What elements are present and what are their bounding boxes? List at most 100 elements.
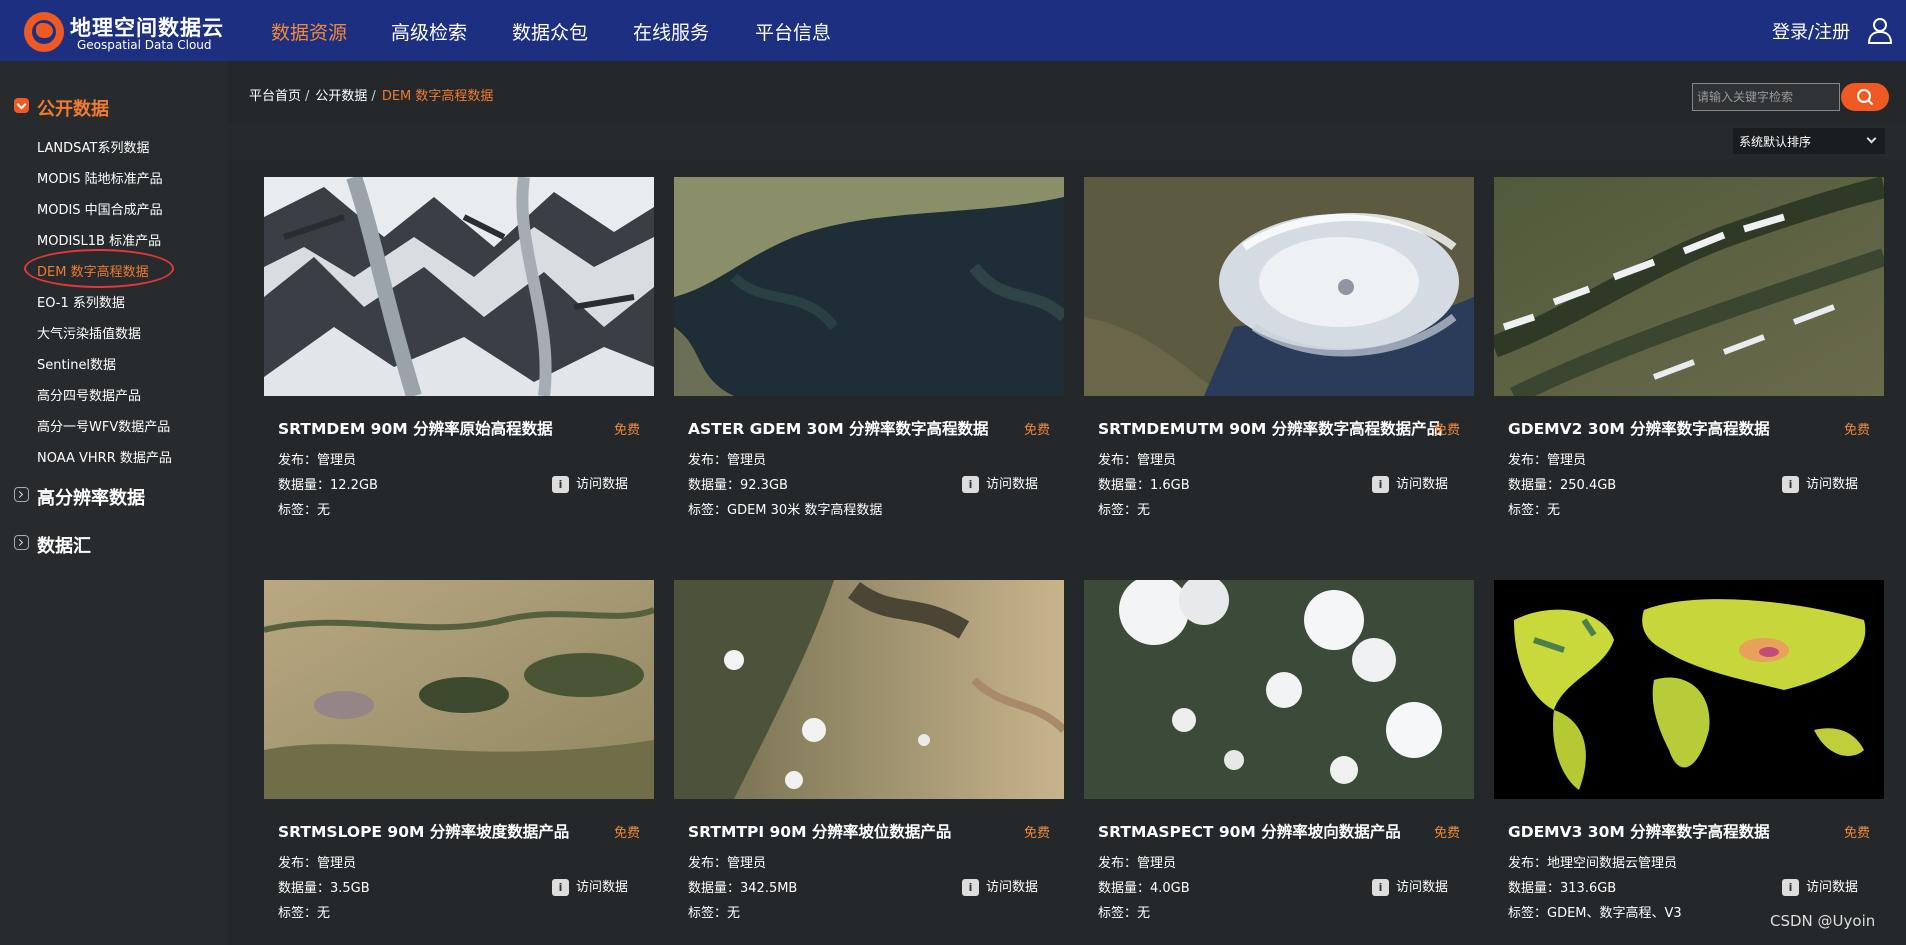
breadcrumb-separator: / — [371, 89, 376, 104]
breadcrumb-separator: / — [305, 89, 310, 104]
dataset-card[interactable]: SRTMTPI 90M 分辨率坡位数据产品 免费 发布：管理员 数据量：342.… — [674, 580, 1064, 940]
sidebar-item-modis-china[interactable]: MODIS 中国合成产品 — [37, 199, 163, 218]
sidebar-item-eo1[interactable]: EO-1 系列数据 — [37, 292, 125, 311]
price-badge: 免费 — [1433, 826, 1460, 841]
search-icon — [1857, 89, 1874, 106]
sidebar-item-landsat[interactable]: LANDSAT系列数据 — [37, 137, 150, 156]
visit-data-label: 访问数据 — [1396, 880, 1449, 895]
sidebar-item-air-pollution[interactable]: 大气污染插值数据 — [37, 323, 141, 342]
dataset-title[interactable]: SRTMDEMUTM 90M 分辨率数字高程数据产品 — [1098, 417, 1442, 439]
breadcrumb-section[interactable]: 公开数据 — [315, 89, 367, 104]
sidebar-item-modisl1b[interactable]: MODISL1B 标准产品 — [37, 230, 161, 249]
visit-data-button[interactable]: i 访问数据 — [962, 473, 1038, 493]
visit-data-button[interactable]: i 访问数据 — [1372, 473, 1448, 493]
sidebar-item-gf4[interactable]: 高分四号数据产品 — [37, 385, 141, 404]
price-badge: 免费 — [613, 826, 640, 841]
dataset-tags: 标签：GDEM、数字高程、V3 — [1508, 906, 1682, 921]
dataset-publisher: 发布：管理员 — [1508, 453, 1587, 468]
dataset-title[interactable]: GDEMV2 30M 分辨率数字高程数据 — [1508, 417, 1770, 439]
highlight-annotation-circle — [24, 249, 174, 288]
visit-data-button[interactable]: i 访问数据 — [552, 473, 628, 493]
nav-item-platform-info[interactable]: 平台信息 — [755, 18, 831, 45]
site-logo[interactable]: 地理空间数据云 Geospatial Data Cloud — [24, 10, 234, 54]
category-label: 数据汇 — [37, 536, 91, 557]
sort-dropdown[interactable]: 系统默认排序 — [1733, 128, 1885, 154]
dataset-thumbnail[interactable] — [1084, 580, 1474, 799]
nav-item-crowdsourcing[interactable]: 数据众包 — [512, 18, 588, 45]
globe-logo-icon — [24, 12, 64, 52]
dataset-card[interactable]: GDEMV2 30M 分辨率数字高程数据 免费 发布：管理员 数据量：250.4… — [1494, 177, 1884, 537]
login-register-link[interactable]: 登录/注册 — [1772, 18, 1850, 44]
dataset-title[interactable]: SRTMASPECT 90M 分辨率坡向数据产品 — [1098, 820, 1401, 842]
chevron-down-icon — [1866, 133, 1877, 144]
nav-item-online-services[interactable]: 在线服务 — [633, 18, 709, 45]
dataset-tags: 标签：无 — [1508, 503, 1561, 518]
breadcrumb: 平台首页 / 公开数据 / DEM 数字高程数据 — [249, 85, 497, 104]
nav-item-advanced-search[interactable]: 高级检索 — [391, 18, 467, 45]
breadcrumb-home[interactable]: 平台首页 — [249, 89, 301, 104]
dataset-thumbnail[interactable] — [1494, 580, 1884, 799]
search-input[interactable] — [1692, 83, 1840, 111]
dataset-size: 数据量：92.3GB — [688, 478, 788, 493]
dataset-publisher: 发布：管理员 — [278, 453, 357, 468]
visit-data-button[interactable]: i 访问数据 — [552, 876, 628, 896]
sidebar-item-noaa-vhrr[interactable]: NOAA VHRR 数据产品 — [37, 447, 172, 466]
price-badge: 免费 — [613, 423, 640, 438]
dataset-card[interactable]: SRTMDEMUTM 90M 分辨率数字高程数据产品 免费 发布：管理员 数据量… — [1084, 177, 1474, 537]
sidebar-item-sentinel[interactable]: Sentinel数据 — [37, 354, 116, 373]
dataset-card[interactable]: ASTER GDEM 30M 分辨率数字高程数据 免费 发布：管理员 数据量：9… — [674, 177, 1064, 537]
dataset-size: 数据量：12.2GB — [278, 478, 378, 493]
dataset-card[interactable]: GDEMV3 30M 分辨率数字高程数据 免费 发布：地理空间数据云管理员 数据… — [1494, 580, 1884, 940]
dataset-thumbnail[interactable] — [674, 580, 1064, 799]
dataset-card[interactable]: SRTMSLOPE 90M 分辨率坡度数据产品 免费 发布：管理员 数据量：3.… — [264, 580, 654, 940]
dataset-thumbnail[interactable] — [264, 580, 654, 799]
sidebar-item-gf1-wfv[interactable]: 高分一号WFV数据产品 — [37, 416, 170, 435]
chevron-right-icon — [14, 535, 29, 550]
visit-data-button[interactable]: i 访问数据 — [1372, 876, 1448, 896]
chevron-down-icon — [14, 98, 29, 113]
info-icon: i — [1782, 476, 1799, 493]
price-badge: 免费 — [1023, 826, 1050, 841]
user-icon[interactable] — [1867, 16, 1893, 44]
dataset-title[interactable]: SRTMSLOPE 90M 分辨率坡度数据产品 — [278, 820, 569, 842]
dataset-size: 数据量：3.5GB — [278, 881, 370, 896]
dataset-title[interactable]: SRTMTPI 90M 分辨率坡位数据产品 — [688, 820, 951, 842]
dataset-tags: 标签：无 — [688, 906, 741, 921]
dataset-tags: 标签：无 — [1098, 503, 1151, 518]
dataset-thumbnail[interactable] — [1084, 177, 1474, 396]
nav-item-data-resources[interactable]: 数据资源 — [271, 18, 347, 45]
dataset-thumbnail[interactable] — [264, 177, 654, 396]
search-button[interactable] — [1841, 83, 1889, 111]
visit-data-label: 访问数据 — [986, 477, 1039, 492]
top-navigation-bar: 地理空间数据云 Geospatial Data Cloud 数据资源 高级检索 … — [0, 0, 1906, 61]
info-icon: i — [962, 476, 979, 493]
info-icon: i — [1372, 476, 1389, 493]
dataset-card[interactable]: SRTMDEM 90M 分辨率原始高程数据 免费 发布：管理员 数据量：12.2… — [264, 177, 654, 537]
visit-data-button[interactable]: i 访问数据 — [1782, 876, 1858, 896]
dataset-publisher: 发布：管理员 — [278, 856, 357, 871]
dataset-title[interactable]: GDEMV3 30M 分辨率数字高程数据 — [1508, 820, 1770, 842]
dataset-size: 数据量：4.0GB — [1098, 881, 1190, 896]
dataset-thumbnail[interactable] — [1494, 177, 1884, 396]
info-icon: i — [1782, 879, 1799, 896]
visit-data-label: 访问数据 — [576, 477, 629, 492]
dataset-publisher: 发布：地理空间数据云管理员 — [1508, 856, 1678, 871]
visit-data-label: 访问数据 — [986, 880, 1039, 895]
dataset-size: 数据量：313.6GB — [1508, 881, 1617, 896]
dataset-publisher: 发布：管理员 — [1098, 856, 1177, 871]
dataset-publisher: 发布：管理员 — [1098, 453, 1177, 468]
dataset-title[interactable]: SRTMDEM 90M 分辨率原始高程数据 — [278, 417, 553, 439]
visit-data-button[interactable]: i 访问数据 — [962, 876, 1038, 896]
dataset-size: 数据量：1.6GB — [1098, 478, 1190, 493]
info-icon: i — [962, 879, 979, 896]
dataset-tags: 标签：无 — [278, 503, 331, 518]
dataset-card[interactable]: SRTMASPECT 90M 分辨率坡向数据产品 免费 发布：管理员 数据量：4… — [1084, 580, 1474, 940]
sidebar-item-modis-land[interactable]: MODIS 陆地标准产品 — [37, 168, 163, 187]
dataset-thumbnail[interactable] — [674, 177, 1064, 396]
dataset-tags: 标签：无 — [1098, 906, 1151, 921]
price-badge: 免费 — [1433, 423, 1460, 438]
price-badge: 免费 — [1843, 423, 1870, 438]
dataset-size: 数据量：250.4GB — [1508, 478, 1617, 493]
visit-data-button[interactable]: i 访问数据 — [1782, 473, 1858, 493]
dataset-title[interactable]: ASTER GDEM 30M 分辨率数字高程数据 — [688, 417, 989, 439]
